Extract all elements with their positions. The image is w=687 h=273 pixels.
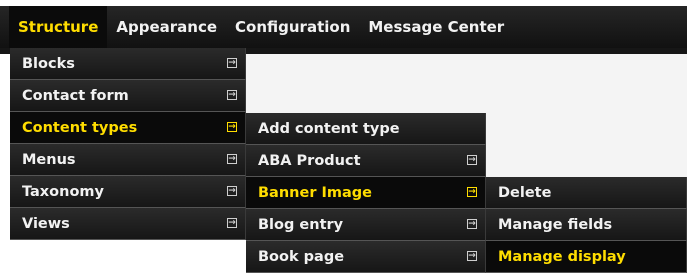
expand-arrow-icon: → [467,219,477,229]
expand-arrow-icon: → [227,218,237,228]
menu-item-label: Contact form [22,88,129,104]
admin-toolbar: Structure Appearance Configuration Messa… [0,6,687,48]
submenu-item-blog-entry[interactable]: Blog entry → [246,209,486,241]
submenu-item-delete[interactable]: Delete [486,177,687,209]
menu-item-contact-form[interactable]: Contact form → [10,80,246,112]
submenu-item-book-page[interactable]: Book page → [246,241,486,273]
top-navigation: Structure Appearance Configuration Messa… [0,6,687,48]
expand-arrow-icon: → [227,154,237,164]
submenu-item-banner-image[interactable]: Banner Image → [246,177,486,209]
menu-item-label: Menus [22,152,76,168]
menu-item-label: Taxonomy [22,184,104,200]
expand-arrow-icon: → [467,187,477,197]
top-nav-appearance[interactable]: Appearance [107,6,226,48]
menu-item-blocks[interactable]: Blocks → [10,48,246,80]
top-nav-configuration[interactable]: Configuration [226,6,359,48]
menu-item-label: Blog entry [258,217,344,233]
menu-item-content-types[interactable]: Content types → [10,112,246,144]
content-types-submenu: Add content type ABA Product → Banner Im… [246,113,486,273]
menu-item-menus[interactable]: Menus → [10,144,246,176]
menu-item-label: Blocks [22,56,75,72]
menu-item-label: Views [22,216,70,232]
expand-arrow-icon: → [227,90,237,100]
submenu-item-aba-product[interactable]: ABA Product → [246,145,486,177]
menu-item-label: Content types [22,120,138,136]
submenu-item-manage-fields[interactable]: Manage fields [486,209,687,241]
menu-item-label: ABA Product [258,153,361,169]
top-nav-message-center[interactable]: Message Center [359,6,513,48]
expand-arrow-icon: → [467,251,477,261]
submenu-item-add-content-type[interactable]: Add content type [246,113,486,145]
menu-item-label: Add content type [258,121,400,137]
menu-item-label: Book page [258,249,345,265]
menu-item-taxonomy[interactable]: Taxonomy → [10,176,246,208]
menu-item-label: Banner Image [258,185,373,201]
top-nav-structure[interactable]: Structure [9,6,108,48]
menu-item-views[interactable]: Views → [10,208,246,240]
banner-image-submenu: Delete Manage fields Manage display [486,177,687,273]
menu-item-label: Delete [498,185,552,201]
expand-arrow-icon: → [227,186,237,196]
expand-arrow-icon: → [227,122,237,132]
expand-arrow-icon: → [227,58,237,68]
menu-item-label: Manage display [498,249,626,265]
expand-arrow-icon: → [467,155,477,165]
menu-item-label: Manage fields [498,217,613,233]
structure-menu: Blocks → Contact form → Content types → … [10,48,246,240]
submenu-item-manage-display[interactable]: Manage display [486,241,687,273]
